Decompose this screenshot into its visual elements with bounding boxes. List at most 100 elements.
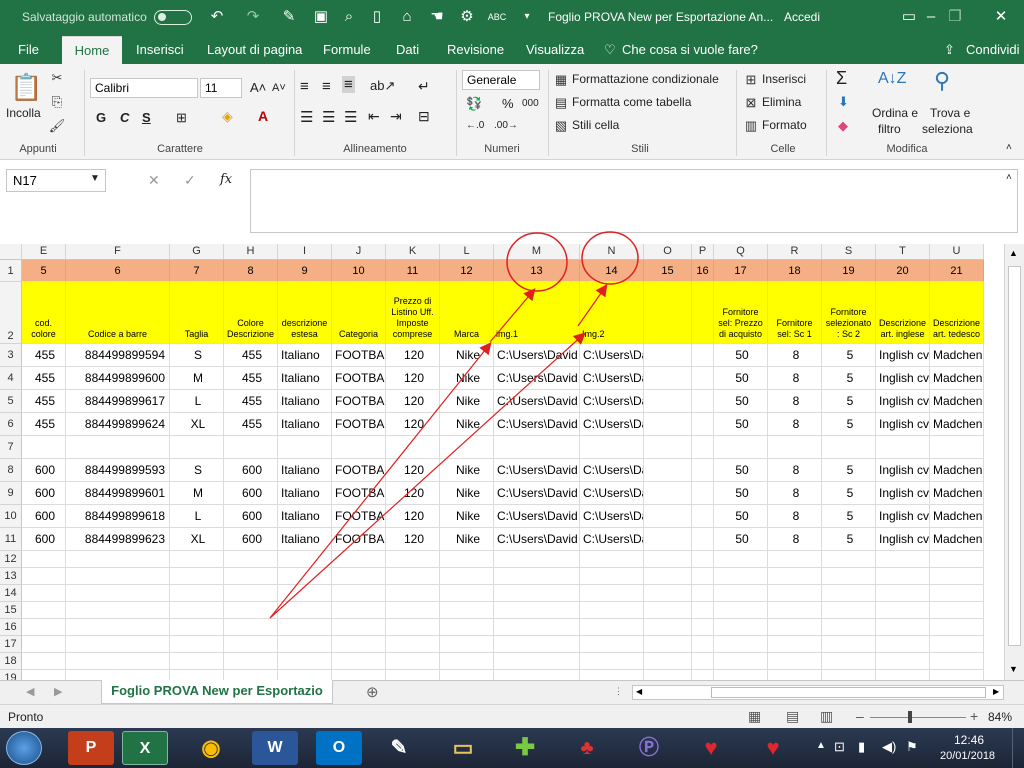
empty-cell[interactable] <box>822 636 876 653</box>
table-cell[interactable]: Italiano <box>278 482 332 505</box>
table-cell[interactable]: 120 <box>386 413 440 436</box>
column-title-cell[interactable]: Marca <box>440 282 494 344</box>
column-title-cell[interactable]: img.1 <box>494 282 580 344</box>
table-cell[interactable]: 455 <box>22 344 66 367</box>
table-cell[interactable] <box>644 482 692 505</box>
table-cell[interactable]: Madchen <box>930 459 984 482</box>
table-cell[interactable] <box>224 436 278 459</box>
table-cell[interactable]: Inglish cv <box>876 505 930 528</box>
empty-cell[interactable] <box>440 670 494 680</box>
empty-cell[interactable] <box>714 602 768 619</box>
empty-cell[interactable] <box>22 670 66 680</box>
scroll-right-icon[interactable]: ▶ <box>993 687 999 696</box>
empty-cell[interactable] <box>714 636 768 653</box>
empty-cell[interactable] <box>692 619 714 636</box>
row-header[interactable]: 15 <box>0 602 22 619</box>
table-cell[interactable]: S <box>170 459 224 482</box>
column-title-cell[interactable] <box>644 282 692 344</box>
table-cell[interactable]: Madchen <box>930 390 984 413</box>
column-title-cell[interactable]: Taglia <box>170 282 224 344</box>
empty-cell[interactable] <box>822 602 876 619</box>
table-cell[interactable]: 5 <box>822 459 876 482</box>
empty-cell[interactable] <box>278 551 332 568</box>
paste-icon[interactable]: 📋 <box>10 72 42 103</box>
table-cell[interactable]: XL <box>170 413 224 436</box>
header-index-cell[interactable]: 9 <box>278 260 332 282</box>
table-cell[interactable] <box>692 505 714 528</box>
tab-insert[interactable]: Inserisci <box>136 36 184 64</box>
table-cell[interactable]: 884499899618 <box>66 505 170 528</box>
empty-cell[interactable] <box>440 551 494 568</box>
empty-cell[interactable] <box>386 602 440 619</box>
row-header[interactable]: 7 <box>0 436 22 459</box>
empty-cell[interactable] <box>278 619 332 636</box>
table-cell[interactable]: 600 <box>22 459 66 482</box>
confirm-entry-icon[interactable]: ✓ <box>184 172 196 189</box>
table-cell[interactable]: Inglish cv <box>876 367 930 390</box>
empty-cell[interactable] <box>224 636 278 653</box>
format-cells-button[interactable]: Formato <box>762 118 807 132</box>
empty-cell[interactable] <box>494 653 580 670</box>
column-title-cell[interactable]: Img.2 <box>580 282 644 344</box>
table-cell[interactable]: 50 <box>714 528 768 551</box>
column-title-cell[interactable]: Codice a barre <box>66 282 170 344</box>
table-cell[interactable]: Inglish cv <box>876 482 930 505</box>
sort-filter-button-line2[interactable]: filtro <box>878 122 901 136</box>
horizontal-scroll-thumb[interactable] <box>711 687 986 698</box>
empty-cell[interactable] <box>930 619 984 636</box>
empty-cell[interactable] <box>386 551 440 568</box>
table-cell[interactable]: Inglish cv <box>876 528 930 551</box>
empty-cell[interactable] <box>224 619 278 636</box>
empty-cell[interactable] <box>822 619 876 636</box>
table-cell[interactable]: 884499899594 <box>66 344 170 367</box>
empty-cell[interactable] <box>22 568 66 585</box>
empty-cell[interactable] <box>714 619 768 636</box>
table-cell[interactable]: C:\Users\Davide\Desktop <box>580 528 644 551</box>
page-layout-view-icon[interactable]: ▤ <box>786 708 799 725</box>
empty-cell[interactable] <box>822 568 876 585</box>
table-cell[interactable]: Nike <box>440 459 494 482</box>
header-index-cell[interactable]: 17 <box>714 260 768 282</box>
zoom-out-icon[interactable]: – <box>856 708 864 724</box>
table-cell[interactable]: Nike <box>440 390 494 413</box>
table-cell[interactable]: 50 <box>714 367 768 390</box>
table-cell[interactable]: C:\Users\Davide\Desktop <box>580 482 644 505</box>
cancel-entry-icon[interactable]: ✕ <box>148 172 160 189</box>
table-cell[interactable]: 120 <box>386 390 440 413</box>
header-index-cell[interactable]: 12 <box>440 260 494 282</box>
column-title-cell[interactable]: Prezzo di Listino Uff. Imposte comprese <box>386 282 440 344</box>
table-cell[interactable]: 50 <box>714 390 768 413</box>
table-cell[interactable]: Madchen <box>930 344 984 367</box>
table-cell[interactable] <box>644 528 692 551</box>
table-cell[interactable]: Madchen <box>930 528 984 551</box>
tab-review[interactable]: Revisione <box>447 36 504 64</box>
empty-cell[interactable] <box>580 602 644 619</box>
tell-me-search[interactable]: Che cosa si vuole fare? <box>622 36 758 64</box>
table-cell[interactable]: C:\Users\David <box>494 367 580 390</box>
empty-cell[interactable] <box>822 551 876 568</box>
print-preview-icon[interactable]: ⌕ <box>338 0 360 36</box>
format-painter-brush-icon[interactable]: 🖌 <box>48 118 66 134</box>
empty-cell[interactable] <box>930 636 984 653</box>
empty-cell[interactable] <box>580 585 644 602</box>
table-cell[interactable]: Italiano <box>278 459 332 482</box>
empty-cell[interactable] <box>876 551 930 568</box>
tray-network-icon[interactable]: ▮ <box>858 739 865 755</box>
table-cell[interactable]: 884499899623 <box>66 528 170 551</box>
empty-cell[interactable] <box>876 636 930 653</box>
table-cell[interactable]: 884499899617 <box>66 390 170 413</box>
column-title-cell[interactable] <box>692 282 714 344</box>
open-folder-icon[interactable]: ⌂ <box>396 0 418 36</box>
empty-cell[interactable] <box>580 670 644 680</box>
empty-cell[interactable] <box>494 670 580 680</box>
empty-cell[interactable] <box>332 585 386 602</box>
table-cell[interactable]: 120 <box>386 505 440 528</box>
font-name-select[interactable]: Calibri <box>90 78 198 98</box>
outlook-taskbar-icon[interactable]: O <box>316 731 362 765</box>
italic-button[interactable]: C <box>120 110 129 125</box>
table-cell[interactable] <box>494 436 580 459</box>
table-cell[interactable]: Nike <box>440 344 494 367</box>
column-header-j[interactable]: J <box>332 244 386 260</box>
save-icon[interactable]: ▣ <box>310 0 332 36</box>
row-header[interactable]: 8 <box>0 459 22 482</box>
